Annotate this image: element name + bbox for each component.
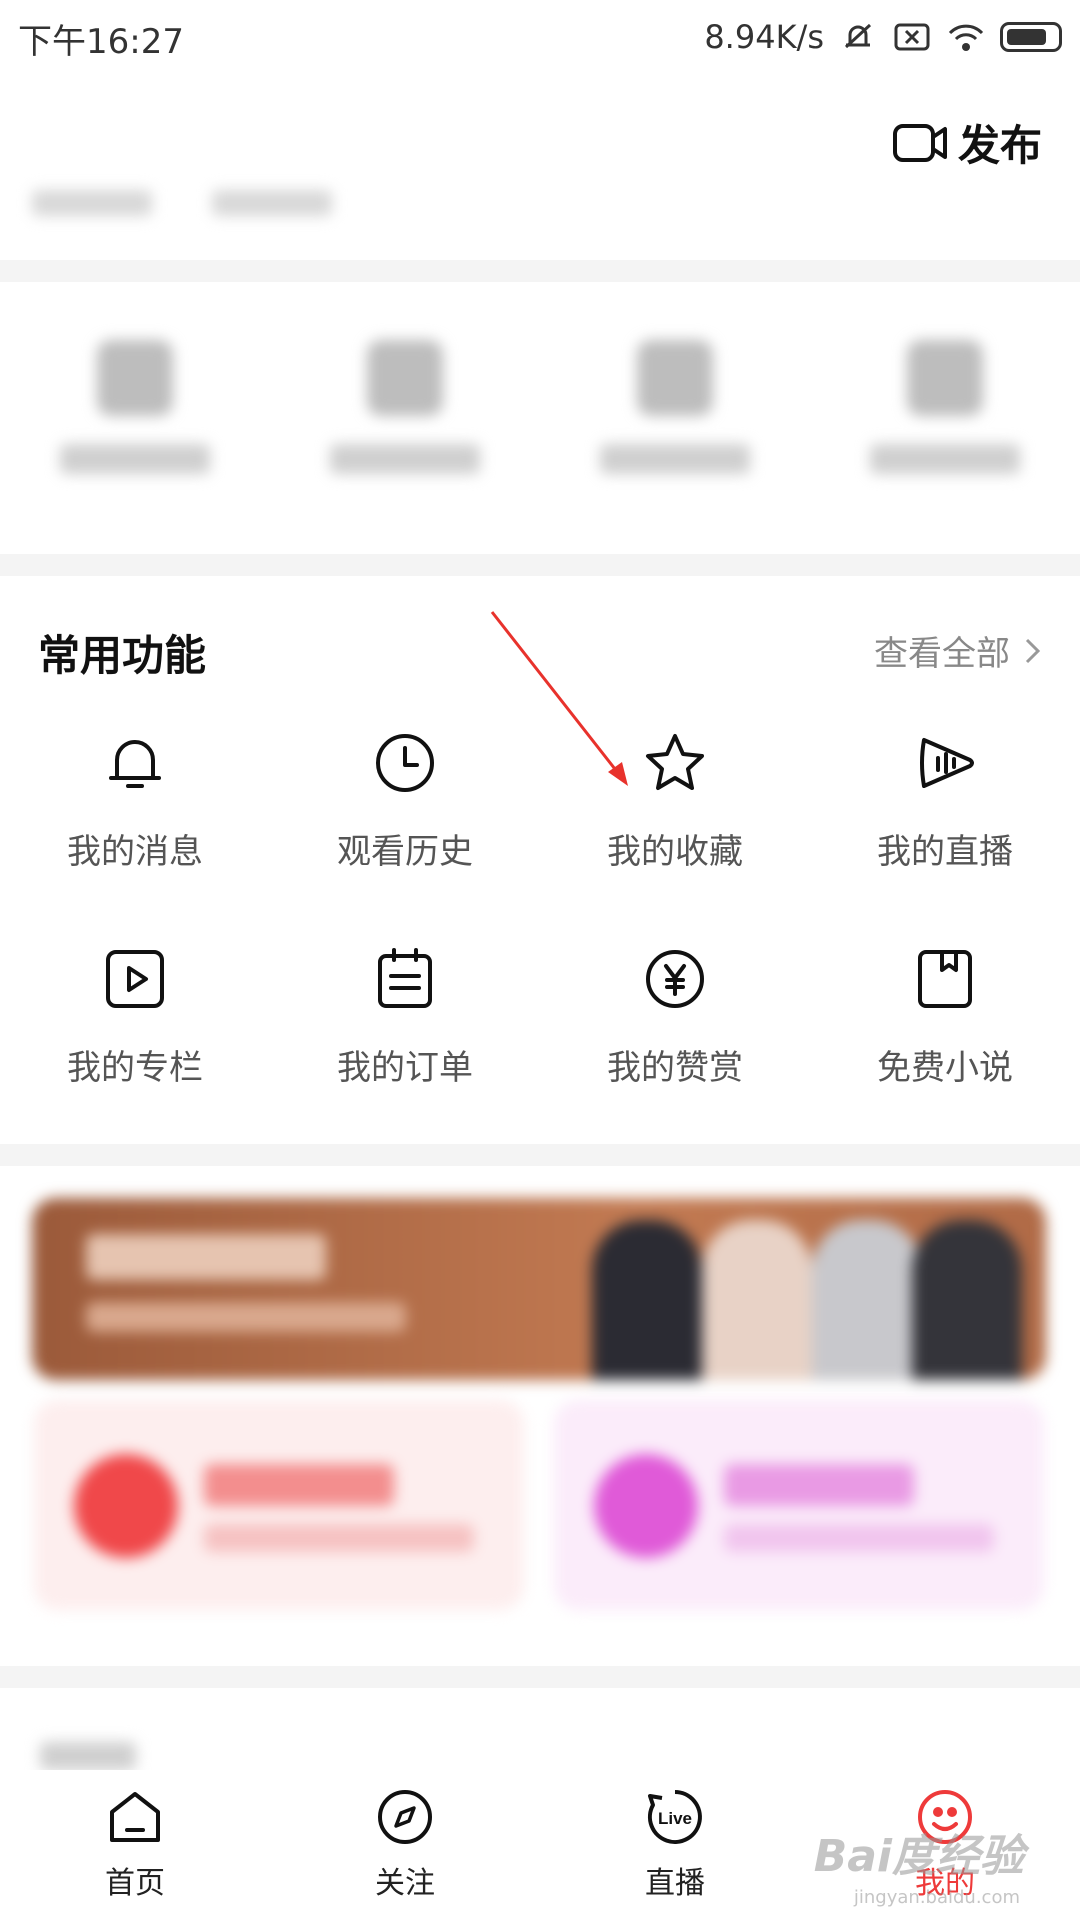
section-title-blurred [40, 1742, 136, 1770]
card-icon [594, 1454, 698, 1558]
card-subtitle [204, 1524, 474, 1552]
section-title-common-functions: 常用功能 [38, 631, 207, 680]
live-wave-icon [920, 738, 974, 788]
card-icon [74, 1454, 178, 1558]
banner-subtitle [86, 1302, 406, 1332]
network-speed: 8.94K/s [704, 18, 824, 56]
banner-person [812, 1220, 922, 1380]
sim-disabled-icon [892, 17, 932, 57]
live-icon: Live [647, 1790, 702, 1844]
star-icon [646, 734, 704, 790]
view-all-label: 查看全部 [874, 634, 1010, 674]
annotation-arrow [490, 611, 628, 786]
profile-stats [32, 190, 332, 216]
status-time: 下午16:27 [18, 22, 184, 62]
creator-tool[interactable] [810, 340, 1080, 510]
tab-label: 首页 [105, 1866, 165, 1901]
status-indicators: 8.94K/s [704, 14, 1062, 60]
watermark-sub: jingyan.baidu.com [853, 1887, 1020, 1908]
creator-tool[interactable] [0, 340, 270, 510]
creator-tool[interactable] [540, 340, 810, 510]
stat-item [212, 190, 332, 216]
creator-tool[interactable] [270, 340, 540, 510]
function-label: 我的专栏 [67, 1048, 203, 1088]
yen-circle-icon [646, 950, 704, 1008]
function-label: 我的收藏 [607, 832, 743, 872]
watermark: Bai度经验 [813, 1831, 1024, 1882]
publish-button[interactable]: 发布 [892, 112, 1042, 173]
banner-title [86, 1234, 326, 1280]
banner-person [912, 1220, 1022, 1380]
tool-icon [907, 340, 983, 416]
tool-label [60, 444, 210, 474]
section-divider [0, 554, 1080, 576]
video-camera-icon [892, 123, 947, 162]
section-divider [0, 1666, 1080, 1688]
bell-icon [109, 740, 161, 788]
tab-label: 关注 [375, 1866, 435, 1901]
card-title [204, 1464, 394, 1506]
section-divider [0, 1144, 1080, 1166]
mute-bell-icon [838, 17, 878, 57]
tab-home[interactable]: 首页 [0, 1770, 270, 1920]
tool-label [600, 444, 750, 474]
tab-live[interactable]: Live 直播 [540, 1770, 810, 1920]
wifi-icon [946, 17, 986, 57]
task-center-card[interactable] [34, 1400, 524, 1610]
function-my-live[interactable]: 我的直播 [810, 730, 1080, 946]
tool-icon [637, 340, 713, 416]
function-my-orders[interactable]: 我的订单 [270, 946, 540, 1162]
creator-tools [0, 340, 1080, 510]
function-my-column[interactable]: 我的专栏 [0, 946, 270, 1162]
bookmark-book-icon [918, 950, 972, 1008]
compass-icon [378, 1790, 432, 1844]
function-label: 我的消息 [67, 832, 203, 872]
view-all-link[interactable]: 查看全部 [874, 626, 1044, 675]
status-bar: 下午16:27 8.94K/s [0, 0, 1080, 76]
publish-label: 发布 [957, 121, 1042, 170]
card-title [724, 1464, 914, 1506]
function-label: 免费小说 [877, 1048, 1013, 1088]
function-my-tips[interactable]: 我的赞赏 [540, 946, 810, 1162]
svg-text:Live: Live [658, 1809, 692, 1828]
battery-icon [1000, 22, 1062, 52]
function-my-messages[interactable]: 我的消息 [0, 730, 270, 946]
function-free-novels[interactable]: 免费小说 [810, 946, 1080, 1162]
tool-label [870, 444, 1020, 474]
tool-icon [367, 340, 443, 416]
tab-label: 直播 [645, 1866, 705, 1901]
function-label: 我的订单 [337, 1048, 473, 1088]
card-subtitle [724, 1524, 994, 1552]
play-square-icon [106, 950, 164, 1008]
tool-label [330, 444, 480, 474]
chevron-right-icon [1025, 638, 1041, 663]
section-divider [0, 260, 1080, 282]
function-label: 我的直播 [877, 832, 1013, 872]
stat-item [32, 190, 152, 216]
promo-banner[interactable] [32, 1198, 1046, 1380]
calendar-list-icon [378, 948, 432, 1008]
banner-person [592, 1220, 702, 1380]
game-hall-card[interactable] [554, 1400, 1044, 1610]
tool-icon [97, 340, 173, 416]
home-icon [110, 1792, 160, 1842]
tab-follow[interactable]: 关注 [270, 1770, 540, 1920]
clock-icon [376, 734, 434, 792]
banner-person [702, 1220, 812, 1380]
function-label: 我的赞赏 [607, 1048, 743, 1088]
function-label: 观看历史 [337, 832, 473, 872]
